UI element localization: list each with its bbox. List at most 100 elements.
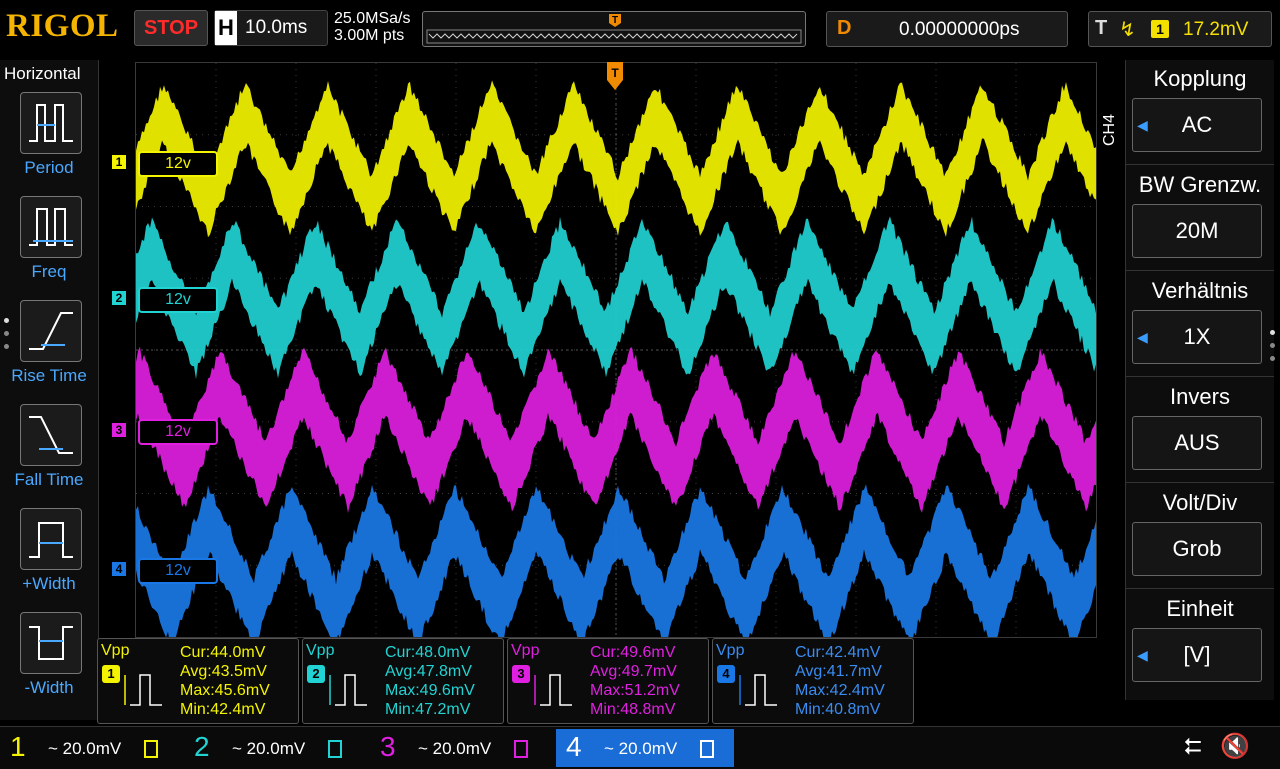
left-arrow-icon: ◀ [1137, 329, 1148, 345]
ch3-label[interactable]: 12v [138, 419, 218, 445]
menu-item-label: Fall Time [14, 470, 84, 489]
menu-item-neg-width[interactable]: -Width [0, 612, 98, 712]
channel-tab-1[interactable]: 1 ~ 20.0mV [0, 729, 178, 767]
trigger-source-badge: 1 [1151, 20, 1169, 38]
waveform-display[interactable] [135, 62, 1097, 638]
unit-title: Einheit [1166, 596, 1234, 621]
left-arrow-icon: ◀ [1137, 117, 1148, 133]
ch4-offset-marker[interactable]: 4 [112, 562, 126, 576]
ch2-label[interactable]: 12v [138, 287, 218, 313]
left-arrow-icon: ◀ [1137, 647, 1148, 663]
trigger-position-marker: T [612, 15, 618, 26]
menu-probe-ratio[interactable]: Verhältnis ◀ 1X [1126, 272, 1274, 377]
channel-tab-3[interactable]: 3 ~ 20.0mV [370, 729, 548, 767]
channel-tab-4[interactable]: 4 ~ 20.0mV [556, 729, 734, 767]
ch3-offset-marker[interactable]: 3 [112, 423, 126, 437]
vpp-icon [739, 674, 777, 706]
channel-tab-2[interactable]: 2 ~ 20.0mV [184, 729, 362, 767]
sample-rate: 25.0MSa/s [334, 10, 411, 27]
menu-bandwidth-limit[interactable]: BW Grenzw. 20M [1126, 166, 1274, 271]
right-menu-page-dots [1270, 330, 1275, 369]
menu-unit[interactable]: Einheit ◀ [V] [1126, 590, 1274, 694]
measurement-name: Vpp [716, 642, 745, 659]
measurement-name: Vpp [101, 642, 130, 659]
menu-coupling[interactable]: Kopplung ◀ AC [1126, 60, 1274, 165]
horizontal-label: H [215, 11, 237, 45]
channel-number: 1 [10, 731, 26, 762]
unit-value[interactable]: ◀ [V] [1132, 628, 1262, 682]
vpp-icon [329, 674, 367, 706]
left-menu-page-dots [4, 318, 9, 357]
volt-div-title: Volt/Div [1162, 490, 1238, 515]
menu-invert[interactable]: Invers AUS [1126, 378, 1274, 483]
measurement-name: Vpp [511, 642, 540, 659]
probe-ratio-value[interactable]: ◀ 1X [1132, 310, 1262, 364]
bw-limit-icon [514, 740, 528, 758]
channel-scale: ~ 20.0mV [232, 739, 306, 758]
horizontal-timebase[interactable]: H 10.0ms [214, 10, 328, 46]
measurement-values: Cur:48.0mV Avg:47.8mV Max:49.6mV Min:47.2m… [385, 644, 475, 718]
left-measure-menu: Horizontal Period Freq Rise Time Fall Ti… [0, 60, 99, 720]
trigger-delay-box[interactable]: D 0.00000000ps [826, 11, 1068, 47]
measurement-channel-badge: 4 [717, 665, 735, 683]
pos-width-icon [20, 508, 82, 570]
memory-trigger-position-bar[interactable]: T [422, 11, 806, 47]
ch4-label[interactable]: 12v [138, 558, 218, 584]
channel-scale: ~ 20.0mV [48, 739, 122, 758]
bandwidth-value[interactable]: 20M [1132, 204, 1262, 258]
bandwidth-title: BW Grenzw. [1138, 172, 1262, 197]
active-channel-tag: CH4 [1101, 113, 1118, 146]
rigol-logo: RIGOL [6, 8, 119, 44]
channel-number: 2 [194, 731, 210, 762]
menu-item-rise-time[interactable]: Rise Time [0, 300, 98, 400]
bw-limit-icon [700, 740, 714, 758]
menu-item-pos-width[interactable]: +Width [0, 508, 98, 608]
menu-volt-div[interactable]: Volt/Div Grob [1126, 484, 1274, 589]
probe-ratio-title: Verhältnis [1151, 278, 1249, 303]
menu-item-freq[interactable]: Freq [0, 196, 98, 296]
invert-title: Invers [1170, 384, 1230, 409]
ch1-label[interactable]: 12v [138, 151, 218, 177]
measurement-values: Cur:42.4mV Avg:41.7mV Max:42.4mV Min:40.8m… [795, 644, 885, 718]
memory-depth: 3.00M pts [334, 27, 405, 44]
menu-item-label: Rise Time [11, 366, 87, 385]
period-icon [20, 92, 82, 154]
bw-limit-icon [144, 740, 158, 758]
measurement-ch3-vpp[interactable]: Vpp 3 Cur:49.6mV Avg:49.7mV Max:51.2mV Min… [507, 638, 709, 724]
rise-time-icon [20, 300, 82, 362]
vpp-icon [534, 674, 572, 706]
measurement-ch2-vpp[interactable]: Vpp 2 Cur:48.0mV Avg:47.8mV Max:49.6mV Min… [302, 638, 504, 724]
memory-overview-wave: T [426, 14, 802, 44]
left-menu-title: Horizontal [4, 64, 81, 83]
measurement-channel-badge: 2 [307, 665, 325, 683]
trigger-marker-letter: T [611, 66, 619, 80]
coupling-value[interactable]: ◀ AC [1132, 98, 1262, 152]
ch2-offset-marker[interactable]: 2 [112, 291, 126, 305]
measurement-values: Cur:44.0mV Avg:43.5mV Max:45.6mV Min:42.4m… [180, 644, 270, 718]
acquisition-info: 25.0MSa/s 3.00M pts [334, 10, 410, 44]
bw-limit-icon [328, 740, 342, 758]
menu-item-label: Period [24, 158, 74, 177]
measurement-ch1-vpp[interactable]: Vpp 1 Cur:44.0mV Avg:43.5mV Max:45.6mV Min… [97, 638, 299, 724]
freq-icon [20, 196, 82, 258]
run-stop-status[interactable]: STOP [134, 10, 208, 46]
menu-item-fall-time[interactable]: Fall Time [0, 404, 98, 504]
fall-time-icon [20, 404, 82, 466]
channel-number: 3 [380, 731, 396, 762]
measurement-values: Cur:49.6mV Avg:49.7mV Max:51.2mV Min:48.8m… [590, 644, 680, 718]
trigger-time-marker[interactable]: T [606, 62, 624, 92]
channel-status-bar: 1 ~ 20.0mV 2 ~ 20.0mV 3 ~ 20.0mV 4 ~ 20.… [0, 726, 1280, 769]
usb-icon: ⮄ [1184, 734, 1202, 759]
menu-item-period[interactable]: Period [0, 92, 98, 192]
measurement-channel-badge: 3 [512, 665, 530, 683]
trigger-label: T [1095, 17, 1108, 39]
invert-value[interactable]: AUS [1132, 416, 1262, 470]
vpp-icon [124, 674, 162, 706]
volt-div-value[interactable]: Grob [1132, 522, 1262, 576]
speaker-muted-icon[interactable]: 🔇 [1220, 732, 1250, 761]
trigger-settings-box[interactable]: T ↯ 1 17.2mV [1088, 11, 1272, 47]
menu-item-label: Freq [31, 262, 67, 281]
channel-scale: ~ 20.0mV [604, 739, 678, 758]
ch1-offset-marker[interactable]: 1 [112, 155, 126, 169]
measurement-ch4-vpp[interactable]: Vpp 4 Cur:42.4mV Avg:41.7mV Max:42.4mV Min… [712, 638, 914, 724]
